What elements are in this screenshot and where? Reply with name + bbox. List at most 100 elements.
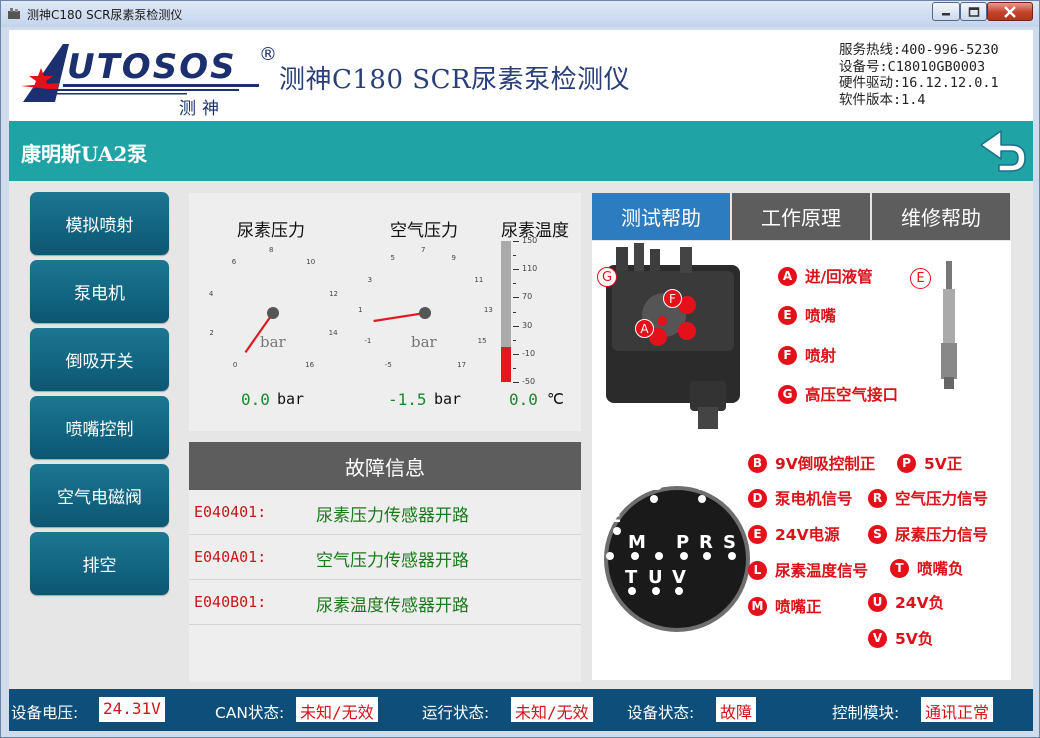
- urea-temp-tick-label: 110: [522, 264, 538, 274]
- voltage-label: 设备电压:: [11, 704, 79, 722]
- connector-pin-label: L: [594, 532, 606, 553]
- connector-pin-label: T: [625, 567, 638, 588]
- connector-pin-label: P: [676, 532, 690, 553]
- legend-item: A 进/回液管: [778, 265, 873, 287]
- legend-item: L 尿素温度信号: [748, 559, 868, 581]
- marker-f: F: [663, 289, 682, 308]
- svg-text:UTOSOS: UTOSOS: [67, 47, 237, 87]
- purge-button[interactable]: 排空: [30, 532, 169, 595]
- title-bar[interactable]: 测神C180 SCR尿素泵检测仪: [1, 1, 1039, 27]
- urea-temp-tick: [513, 382, 519, 383]
- legend-item: F 喷射: [778, 344, 836, 366]
- legend-item: P 5V正: [897, 452, 962, 474]
- urea-temp-bar: [501, 241, 511, 382]
- pump-name: 康明斯UA2泵: [21, 142, 148, 166]
- back-button[interactable]: [977, 127, 1029, 173]
- legend-text: 喷嘴: [805, 307, 837, 325]
- client-area: UTOSOS ® 测神 测神C180 SCR尿素泵检测仪 服务热线:400-99…: [9, 30, 1033, 731]
- maximize-button[interactable]: [960, 2, 987, 21]
- info-software-version: 软件版本:1.4: [839, 91, 926, 108]
- legend-item: D 泵电机信号: [748, 487, 853, 509]
- legend-badge: E: [748, 524, 767, 544]
- urea-temp-fill: [501, 346, 511, 382]
- urea-pressure-dial-unit: bar: [260, 333, 286, 351]
- legend-badge: R: [868, 488, 887, 508]
- device-status-label: 设备状态:: [627, 704, 695, 722]
- legend-item: R 空气压力信号: [868, 487, 988, 509]
- reverse-suction-switch-button[interactable]: 倒吸开关: [30, 328, 169, 391]
- app-title: 测神C180 SCR尿素泵检测仪: [279, 65, 631, 95]
- legend-badge: E: [778, 305, 797, 325]
- nozzle-control-button[interactable]: 喷嘴控制: [30, 396, 169, 459]
- urea-temp-tick-label: 150: [522, 236, 538, 245]
- legend-item: S 尿素压力信号: [868, 523, 988, 545]
- pump-motor-button[interactable]: 泵电机: [30, 260, 169, 323]
- legend-badge: L: [748, 560, 767, 580]
- legend-badge: P: [897, 453, 916, 473]
- urea-temp-tick: [513, 269, 519, 271]
- urea-pressure-unit: bar: [277, 390, 305, 408]
- legend-item: E 24V电源: [748, 523, 840, 545]
- fault-row[interactable]: E040401: 尿素压力传感器开路: [189, 490, 581, 535]
- legend-item: V 5V负: [868, 627, 933, 649]
- legend-item: M 喷嘴正: [748, 595, 822, 617]
- back-arrow-icon: [980, 130, 1026, 172]
- legend-text: 进/回液管: [805, 268, 873, 286]
- air-solenoid-valve-button[interactable]: 空气电磁阀: [30, 464, 169, 527]
- legend-badge: T: [890, 558, 909, 578]
- close-icon: [1004, 5, 1016, 18]
- legend-badge: G: [778, 384, 797, 404]
- legend-item: T 喷嘴负: [890, 557, 964, 579]
- can-status-label: CAN状态:: [215, 704, 285, 722]
- pump-photo: [606, 243, 740, 429]
- legend-badge: A: [778, 266, 797, 286]
- simulate-injection-button[interactable]: 模拟喷射: [30, 192, 169, 255]
- legend-text: 空气压力信号: [895, 490, 989, 508]
- connector-pin-label: D: [697, 474, 712, 495]
- urea-temp-minor-tick: [513, 367, 516, 369]
- fault-description: 尿素温度传感器开路: [316, 596, 469, 616]
- fault-row[interactable]: E040B01: 尿素温度传感器开路: [189, 580, 581, 625]
- air-pressure-dial-unit: bar: [411, 333, 437, 351]
- legend-text: 泵电机信号: [775, 490, 853, 508]
- can-status-value: 未知/无效: [296, 697, 378, 722]
- legend-text: 5V负: [895, 630, 934, 648]
- tab-working-principle[interactable]: 工作原理: [732, 193, 870, 240]
- connector-pin-label: B: [649, 474, 663, 495]
- minimize-icon: [942, 12, 950, 15]
- svg-text:®: ®: [259, 44, 277, 65]
- help-panel: 测试帮助 工作原理 维修帮助 G F A E A 进/回液管 E 喷嘴 F 喷射…: [592, 193, 1011, 680]
- urea-temp-tick: [513, 325, 519, 327]
- connector-pin-label: E: [609, 506, 622, 527]
- tab-repair-help[interactable]: 维修帮助: [872, 193, 1010, 240]
- application-window: 测神C180 SCR尿素泵检测仪 UTOSOS ® 测神 测神C180 SCR尿…: [0, 0, 1040, 738]
- legend-text: 24V负: [895, 594, 945, 612]
- maximize-icon: [968, 6, 979, 17]
- app-icon: [8, 8, 20, 19]
- connector-diagram: [604, 486, 750, 632]
- info-hardware-driver: 硬件驱动:16.12.12.0.1: [839, 75, 999, 91]
- tab-test-help[interactable]: 测试帮助: [592, 193, 730, 240]
- device-info: 服务热线:400-996-5230 设备号:C18010GB0003 硬件驱动:…: [839, 42, 999, 108]
- urea-temp-minor-tick: [513, 311, 516, 313]
- device-status-value: 故障: [716, 697, 757, 722]
- fault-code: E040401:: [194, 503, 267, 521]
- legend-text: 喷射: [805, 347, 837, 365]
- close-button[interactable]: [987, 2, 1033, 21]
- svg-text:测神: 测神: [179, 99, 225, 119]
- urea-temp-tick-label: 70: [522, 292, 533, 302]
- minimize-button[interactable]: [932, 2, 960, 21]
- urea-temp-tick-label: -50: [522, 377, 536, 386]
- urea-pressure-hub: [267, 307, 279, 319]
- legend-item: E 喷嘴: [778, 304, 836, 326]
- run-status-label: 运行状态:: [422, 704, 490, 722]
- fault-panel: 故障信息 E040401: 尿素压力传感器开路 E040A01: 空气压力传感器…: [189, 442, 581, 682]
- urea-temp-tick: [513, 297, 519, 299]
- legend-badge: B: [748, 453, 767, 473]
- help-content: G F A E A 进/回液管 E 喷嘴 F 喷射 G 高压空气接口 BDELMPRST…: [592, 241, 1011, 680]
- autosos-logo: UTOSOS ® 测神: [21, 44, 277, 119]
- fault-row[interactable]: E040A01: 空气压力传感器开路: [189, 535, 581, 580]
- fault-code: E040B01:: [194, 593, 267, 611]
- legend-text: 高压空气接口: [805, 386, 899, 404]
- fault-code: E040A01:: [194, 548, 267, 566]
